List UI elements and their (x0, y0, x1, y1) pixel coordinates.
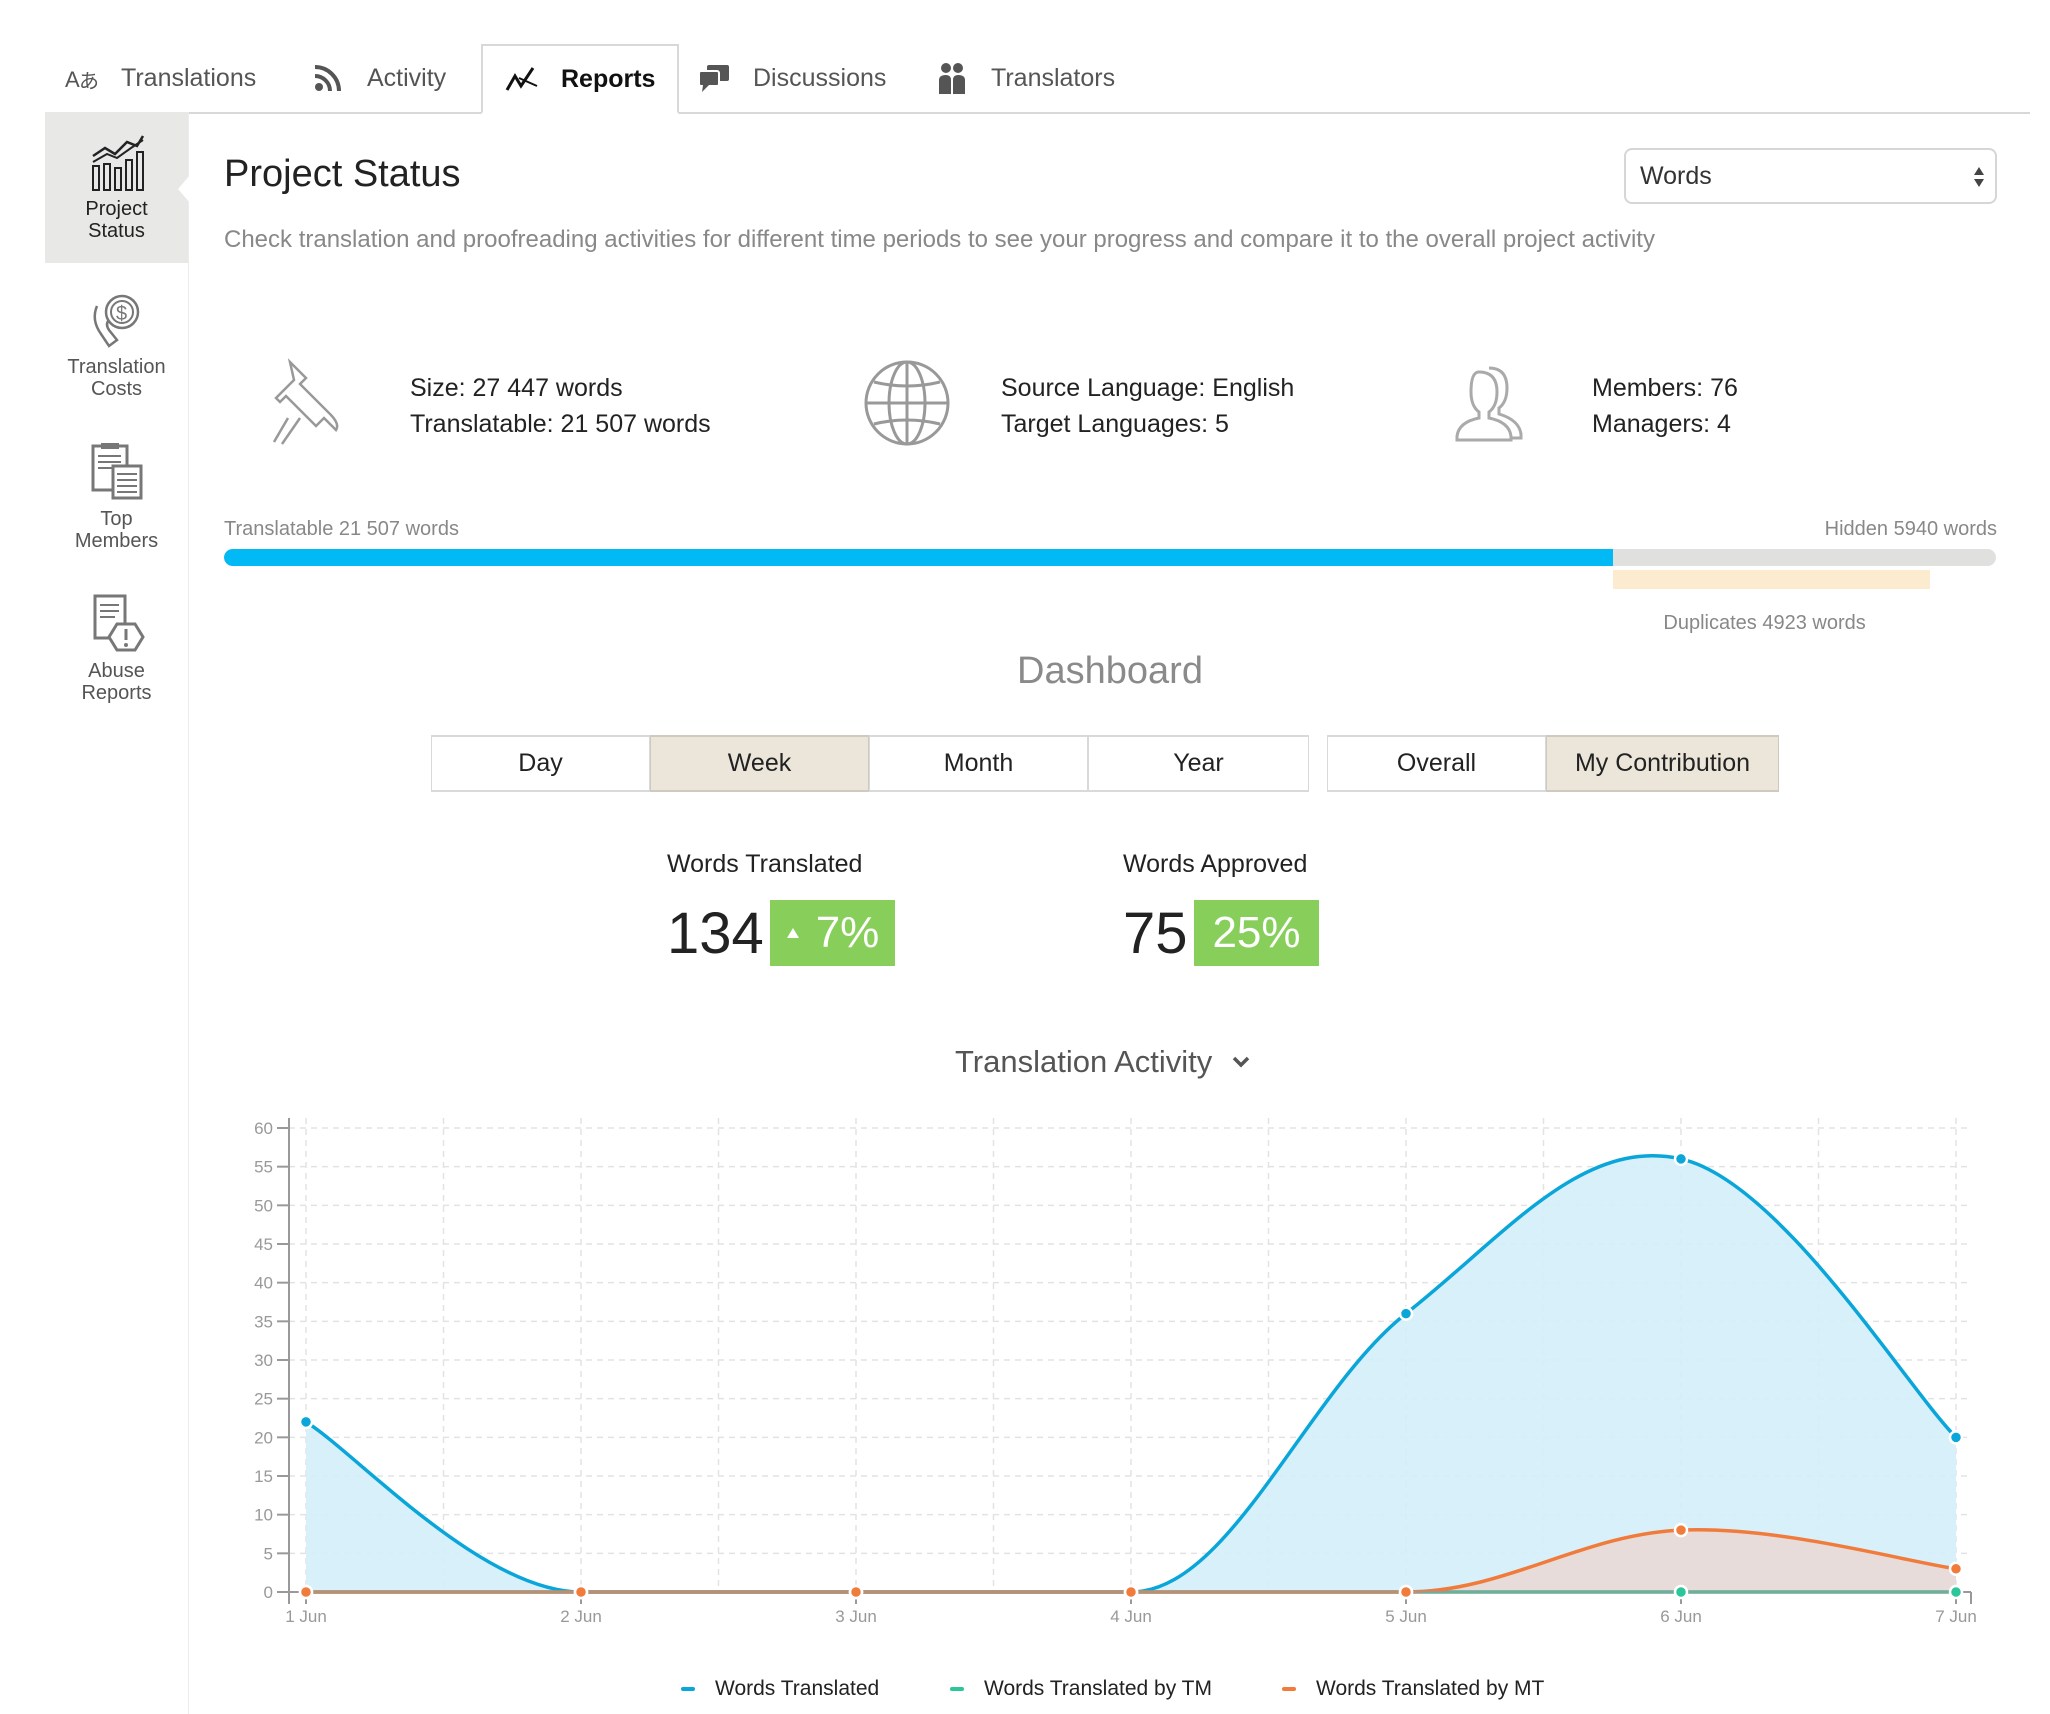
y-tick-label: 35 (254, 1312, 273, 1331)
legend-item-words-translated-by-tm[interactable]: Words Translated by TM (950, 1677, 1212, 1701)
y-tick-label: 10 (254, 1506, 273, 1525)
legend-item-words-translated-by-mt[interactable]: Words Translated by MT (1282, 1677, 1544, 1701)
legend-label: Words Translated by TM (984, 1677, 1212, 1700)
x-tick-label: 6 Jun (1660, 1607, 1702, 1626)
point-words-translated-by-mt (1948, 1561, 1964, 1577)
point-words-translated-by-mt (298, 1584, 314, 1600)
x-tick-label: 3 Jun (835, 1607, 877, 1626)
y-tick-label: 30 (254, 1351, 273, 1370)
legend-swatch (1282, 1687, 1296, 1691)
y-tick-label: 50 (254, 1196, 273, 1215)
legend-swatch (950, 1687, 964, 1691)
y-tick-label: 5 (264, 1544, 273, 1563)
point-words-translated-by-mt (1673, 1522, 1689, 1538)
y-tick-label: 40 (254, 1274, 273, 1293)
point-words-translated-by-tm (1948, 1584, 1964, 1600)
legend-swatch (681, 1687, 695, 1691)
x-tick-label: 1 Jun (285, 1607, 327, 1626)
point-words-translated-by-mt (1123, 1584, 1139, 1600)
x-tick-label: 2 Jun (560, 1607, 602, 1626)
x-tick-label: 4 Jun (1110, 1607, 1152, 1626)
point-words-translated-by-tm (1673, 1584, 1689, 1600)
y-tick-label: 45 (254, 1235, 273, 1254)
point-words-translated (298, 1414, 314, 1430)
point-words-translated-by-mt (573, 1584, 589, 1600)
y-tick-label: 20 (254, 1428, 273, 1447)
y-tick-label: 55 (254, 1158, 273, 1177)
legend-item-words-translated[interactable]: Words Translated (681, 1677, 879, 1701)
y-tick-label: 0 (264, 1583, 273, 1602)
y-tick-label: 15 (254, 1467, 273, 1486)
y-tick-label: 60 (254, 1119, 273, 1138)
y-tick-label: 25 (254, 1390, 273, 1409)
legend-label: Words Translated by MT (1316, 1677, 1545, 1700)
translation-activity-chart: 0 5 10 15 20 25 30 35 40 45 50 55 60 1 Jun 2 Jun 3 Jun 4… (254, 1118, 1977, 1626)
x-tick-label: 5 Jun (1385, 1607, 1427, 1626)
point-words-translated (1948, 1430, 1964, 1445)
legend-label: Words Translated (715, 1677, 880, 1700)
x-tick-label: 7 Jun (1935, 1607, 1977, 1626)
point-words-translated-by-mt (848, 1584, 864, 1600)
point-words-translated (1398, 1306, 1414, 1321)
point-words-translated-by-mt (1398, 1584, 1414, 1600)
point-words-translated (1673, 1151, 1689, 1167)
